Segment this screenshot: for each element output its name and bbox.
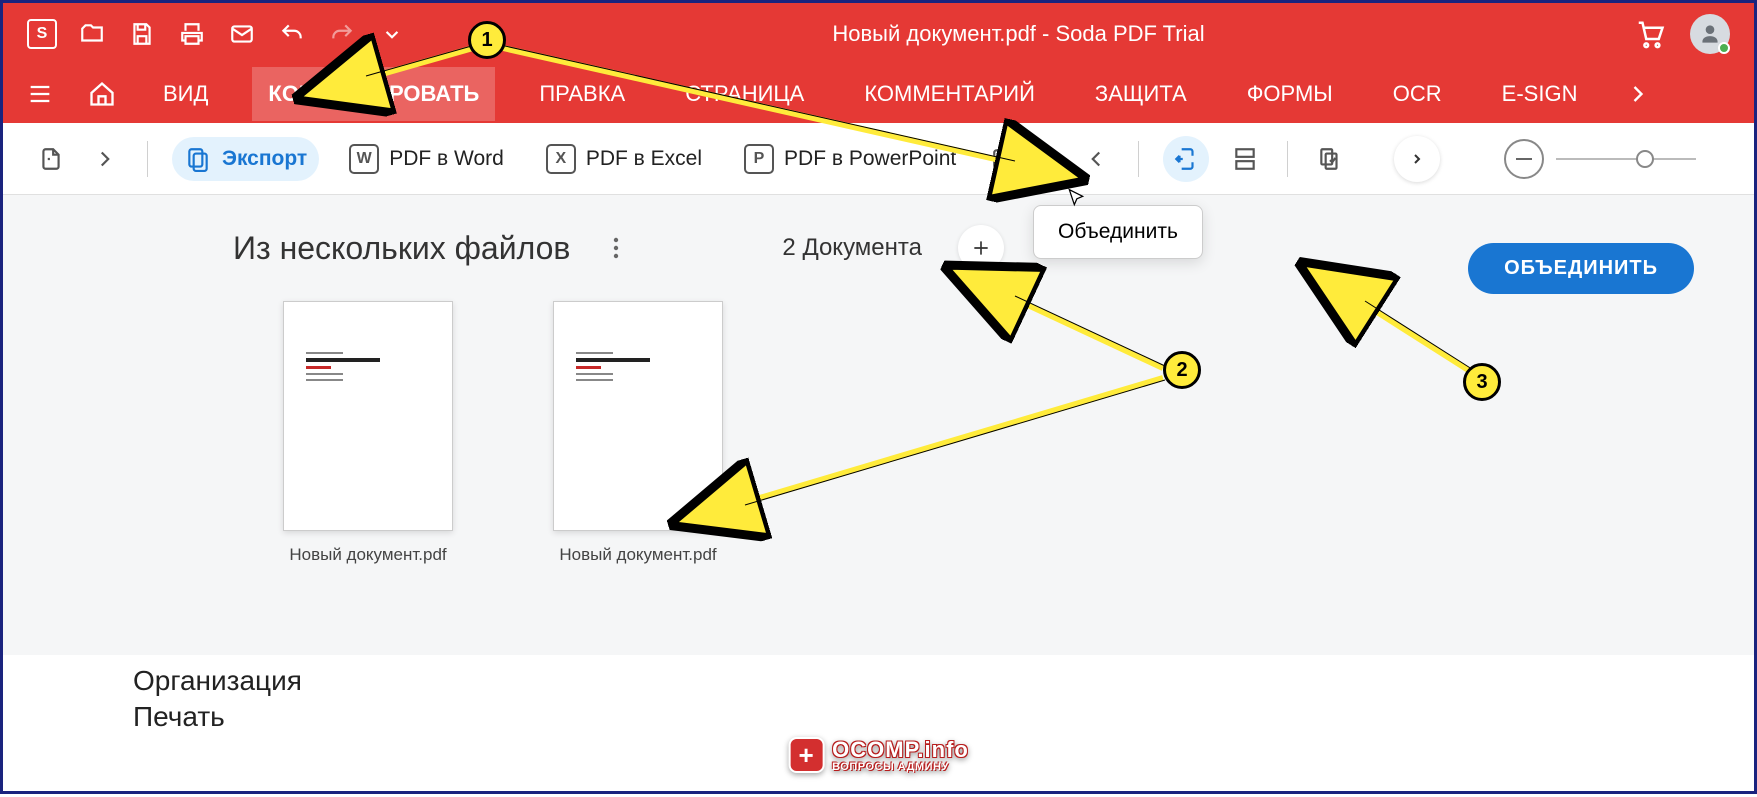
create-pdf-icon[interactable] [33, 141, 69, 177]
annotation-badge-2: 2 [1163, 351, 1201, 389]
zoom-control [1504, 139, 1696, 179]
tab-page[interactable]: СТРАНИЦА [669, 67, 820, 121]
tabs-more-icon[interactable] [1621, 77, 1655, 111]
bg-text-2: Печать [133, 699, 1624, 735]
document-item[interactable]: Новый документ.pdf [283, 301, 453, 565]
export-icon [184, 145, 212, 173]
main-tabs: ВИД КОНВЕРТИРОВАТЬ ПРАВКА СТРАНИЦА КОММЕ… [3, 65, 1754, 123]
page-thumbnail-icon [553, 301, 723, 531]
pdf-to-excel-button[interactable]: X PDF в Excel [534, 136, 714, 182]
toolbar-left-icon[interactable] [1078, 141, 1114, 177]
tab-protect[interactable]: ЗАЩИТА [1079, 67, 1203, 121]
plus-badge-icon: + [788, 737, 824, 773]
pdf-to-word-button[interactable]: W PDF в Word [337, 136, 516, 182]
pdf-to-excel-label: PDF в Excel [586, 147, 702, 171]
toolbar-next-icon[interactable] [1394, 136, 1440, 182]
redo-icon[interactable] [327, 19, 357, 49]
tab-edit[interactable]: ПРАВКА [523, 67, 641, 121]
annotation-badge-1: 1 [468, 21, 506, 59]
tab-esign[interactable]: E-SIGN [1486, 67, 1594, 121]
add-document-button[interactable] [958, 225, 1004, 271]
tab-comment[interactable]: КОММЕНТАРИЙ [848, 67, 1051, 121]
more-options-button[interactable] [594, 226, 638, 270]
background-app-strip: Организация Печать [3, 655, 1754, 744]
pdf-to-word-label: PDF в Word [389, 147, 504, 171]
document-item[interactable]: Новый документ.pdf [553, 301, 723, 565]
site-watermark: + OCOMP.info ВОПРОСЫ АДМИНУ [788, 737, 969, 773]
titlebar: S Новый документ.pdf - Soda PDF Trial [3, 3, 1754, 65]
print-icon[interactable] [177, 19, 207, 49]
watermark-sub: ВОПРОСЫ АДМИНУ [832, 761, 969, 773]
document-count: 2 Документа [782, 234, 922, 262]
annotation-badge-3: 3 [1463, 363, 1501, 401]
tab-ocr[interactable]: OCR [1377, 67, 1458, 121]
merge-tool-button[interactable] [1163, 136, 1209, 182]
hamburger-icon[interactable] [23, 77, 57, 111]
watermark-main: OCOMP.info [832, 737, 969, 763]
export-button[interactable]: Экспорт [172, 137, 319, 181]
pdf-to-ppt-button[interactable]: P PDF в PowerPoint [732, 136, 968, 182]
tab-view[interactable]: ВИД [147, 67, 224, 121]
document-title: Новый документ.pdf - Soda PDF Trial [427, 21, 1610, 47]
zoom-thumb[interactable] [1636, 150, 1654, 168]
convert-toolbar: Экспорт W PDF в Word X PDF в Excel P PDF… [3, 123, 1754, 195]
merge-tooltip: Объединить [1033, 205, 1203, 259]
mouse-cursor-icon [1066, 188, 1086, 213]
page-thumbnail-icon [283, 301, 453, 531]
home-icon[interactable] [85, 77, 119, 111]
mail-icon[interactable] [227, 19, 257, 49]
tab-forms[interactable]: ФОРМЫ [1231, 67, 1349, 121]
status-dot-icon [1718, 42, 1730, 54]
save-icon[interactable] [127, 19, 157, 49]
merge-panel: Из нескольких файлов 2 Документа ОБЪЕДИН… [3, 195, 1754, 655]
document-name: Новый документ.pdf [289, 545, 446, 565]
word-icon: W [349, 144, 379, 174]
pdf-to-image-icon[interactable] [986, 141, 1022, 177]
bg-text-1: Организация [133, 663, 1624, 699]
merge-button[interactable]: ОБЪЕДИНИТЬ [1468, 243, 1694, 294]
export-label: Экспорт [222, 147, 307, 171]
zoom-out-button[interactable] [1504, 139, 1544, 179]
zoom-slider[interactable] [1556, 158, 1696, 160]
document-list: Новый документ.pdf Новый документ.pdf [283, 301, 1524, 565]
excel-icon: X [546, 144, 576, 174]
powerpoint-icon: P [744, 144, 774, 174]
app-logo-icon[interactable]: S [27, 19, 57, 49]
app-header: S Новый документ.pdf - Soda PDF Trial ВИ… [3, 3, 1754, 123]
dropdown-icon[interactable] [377, 19, 407, 49]
panel-title: Из нескольких файлов [233, 230, 570, 267]
undo-icon[interactable] [277, 19, 307, 49]
pdf-to-ppt-label: PDF в PowerPoint [784, 147, 956, 171]
user-avatar[interactable] [1690, 14, 1730, 54]
document-name: Новый документ.pdf [559, 545, 716, 565]
cart-icon[interactable] [1630, 14, 1670, 54]
split-icon[interactable] [1227, 141, 1263, 177]
batch-convert-icon[interactable] [1312, 141, 1348, 177]
open-file-icon[interactable] [77, 19, 107, 49]
chevron-right-icon[interactable] [87, 141, 123, 177]
tab-convert[interactable]: КОНВЕРТИРОВАТЬ [252, 67, 495, 121]
